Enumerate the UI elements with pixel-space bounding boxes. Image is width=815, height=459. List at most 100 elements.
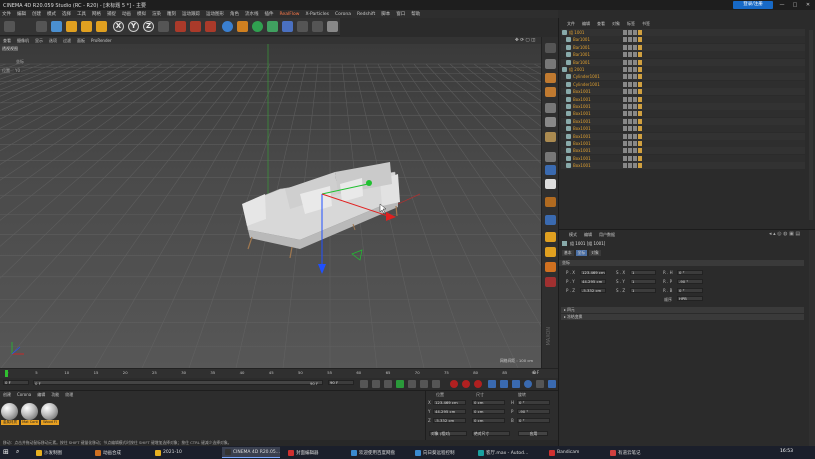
- minimize-icon[interactable]: —: [776, 0, 788, 10]
- object-tags[interactable]: [623, 133, 643, 139]
- attr-rot-field[interactable]: 0 °: [677, 270, 703, 275]
- attr-tab-0[interactable]: 基本: [562, 250, 574, 256]
- gizmo-y-handle[interactable]: [366, 180, 372, 186]
- tool-weight-icon[interactable]: [545, 247, 556, 257]
- viewport-menu-4[interactable]: 过滤: [63, 38, 71, 44]
- rotate-icon[interactable]: [81, 21, 92, 32]
- attr-scale-field[interactable]: 1: [630, 270, 656, 275]
- viewport-menu-1[interactable]: 摄像机: [17, 38, 29, 44]
- coord-size-field[interactable]: 0 cm: [472, 400, 505, 405]
- taskbar-item[interactable]: Bandicam: [546, 447, 596, 458]
- material-menu-1[interactable]: Corona: [17, 392, 31, 398]
- taskbar-item[interactable]: 有道云笔记: [607, 447, 662, 458]
- axis-z-toggle[interactable]: Z: [143, 21, 154, 32]
- coord-rot-field[interactable]: -90 °: [517, 409, 550, 414]
- material-menu-3[interactable]: 功能: [51, 392, 59, 398]
- attr-tab-1[interactable]: 坐标: [575, 250, 588, 256]
- object-row[interactable]: 组 2001: [561, 66, 805, 73]
- object-menu-3[interactable]: 对象: [612, 21, 620, 27]
- end-frame-field[interactable]: 90 F: [328, 380, 354, 385]
- object-tags[interactable]: [623, 52, 643, 58]
- menu-item-17[interactable]: RealFlow: [280, 12, 300, 17]
- attr-pos-field[interactable]: -5.332 cm: [580, 288, 606, 293]
- menu-item-3[interactable]: 模式: [47, 11, 56, 17]
- taskbar-item[interactable]: CINEMA 4D R20.05...: [222, 447, 280, 458]
- material-ball-3[interactable]: [41, 403, 58, 420]
- cube-icon[interactable]: [222, 21, 233, 32]
- object-row[interactable]: Box1001: [561, 103, 805, 110]
- gizmo-z-arrow[interactable]: [318, 264, 326, 274]
- coord-size-field[interactable]: 0 cm: [472, 409, 505, 414]
- section-quaternion[interactable]: ▸ 四元: [561, 307, 804, 313]
- menu-item-22[interactable]: 窗口: [396, 11, 405, 17]
- viewport-side-value[interactable]: Y0: [14, 68, 21, 73]
- attr-pos-field[interactable]: 44.295 cm: [580, 279, 606, 284]
- next-frame-icon[interactable]: [408, 380, 416, 388]
- taskbar-item[interactable]: 2021-10: [152, 447, 222, 458]
- attr-menu-0[interactable]: 模式: [569, 232, 577, 238]
- frame-range-slider[interactable]: [33, 380, 323, 385]
- object-menu-4[interactable]: 标签: [627, 21, 635, 27]
- coord-mode-select[interactable]: 对象 (相对): [429, 431, 467, 436]
- menu-item-10[interactable]: 渲染: [152, 11, 161, 17]
- select-icon[interactable]: [36, 21, 47, 32]
- menu-item-5[interactable]: 工具: [77, 11, 86, 17]
- sign-in-button[interactable]: 登录/注册: [733, 1, 773, 9]
- object-tags[interactable]: [623, 67, 643, 72]
- attr-scroll-strip[interactable]: [809, 230, 815, 446]
- menu-item-12[interactable]: 运动跟踪: [182, 11, 200, 17]
- material-label-2[interactable]: Mat Cont: [21, 420, 39, 425]
- coord-size-field[interactable]: 0 cm: [472, 418, 505, 423]
- tool-workplane-icon[interactable]: [545, 132, 556, 142]
- material-ball-2[interactable]: [21, 403, 38, 420]
- viewport-menu-5[interactable]: 面板: [77, 38, 85, 44]
- material-ball-1[interactable]: [1, 403, 18, 420]
- coord-pos-field[interactable]: -5.332 cm: [433, 418, 466, 423]
- key-pla-icon[interactable]: [536, 380, 544, 388]
- material-menu-2[interactable]: 编辑: [37, 392, 45, 398]
- tool-points-icon[interactable]: [545, 59, 556, 69]
- object-tags[interactable]: [623, 118, 643, 124]
- viewport-menu-2[interactable]: 显示: [35, 38, 43, 44]
- object-row[interactable]: Bar1001: [561, 58, 805, 66]
- key-param-icon[interactable]: [524, 380, 532, 388]
- key-pos-icon[interactable]: [488, 380, 496, 388]
- menu-item-11[interactable]: 雕刻: [167, 11, 176, 17]
- menu-item-14[interactable]: 角色: [230, 11, 239, 17]
- attr-menu-2[interactable]: 用户数据: [599, 232, 615, 238]
- order-select[interactable]: HPB: [677, 296, 703, 301]
- object-row[interactable]: Box1001: [561, 125, 805, 133]
- taskbar-item[interactable]: 封面编辑器: [285, 447, 343, 458]
- taskbar-item[interactable]: 欢迎使用百度网盘: [348, 447, 410, 458]
- object-row[interactable]: Box1001: [561, 110, 805, 118]
- tool-snap-icon[interactable]: [545, 152, 556, 162]
- live-select-icon[interactable]: [96, 21, 107, 32]
- key-scale-icon[interactable]: [500, 380, 508, 388]
- windows-start-icon[interactable]: ⊞: [3, 448, 11, 456]
- coord-system-icon[interactable]: [158, 21, 169, 32]
- object-menu-1[interactable]: 编辑: [582, 21, 590, 27]
- tool-cube-icon[interactable]: [545, 43, 556, 53]
- menu-item-8[interactable]: 动画: [122, 11, 131, 17]
- object-row[interactable]: Bar1001: [561, 51, 805, 59]
- menu-item-19[interactable]: Corona: [335, 12, 351, 17]
- menu-item-2[interactable]: 创建: [32, 11, 41, 17]
- maximize-icon[interactable]: □: [789, 0, 801, 10]
- attr-scale-field[interactable]: 1: [630, 279, 656, 284]
- subdivision-icon[interactable]: [252, 21, 263, 32]
- object-row[interactable]: Box1001: [561, 88, 805, 96]
- object-row[interactable]: 组 1001: [561, 29, 805, 36]
- object-tags[interactable]: [623, 89, 643, 95]
- section-freeze[interactable]: ▸ 冻结变换: [561, 314, 804, 320]
- object-tags[interactable]: [623, 148, 643, 154]
- scale-icon[interactable]: [66, 21, 77, 32]
- attr-menu-1[interactable]: 编辑: [584, 232, 592, 238]
- tool-knife-icon[interactable]: [545, 277, 556, 287]
- prev-frame-icon[interactable]: [384, 380, 392, 388]
- attr-tab-2[interactable]: 对象: [589, 250, 601, 256]
- material-menu-4[interactable]: 纹理: [65, 392, 73, 398]
- playhead[interactable]: [5, 370, 8, 377]
- taskbar-item[interactable]: 向日葵远程控制: [412, 447, 470, 458]
- current-frame-field[interactable]: 0 F: [3, 380, 29, 385]
- object-row[interactable]: Box1001: [561, 162, 805, 170]
